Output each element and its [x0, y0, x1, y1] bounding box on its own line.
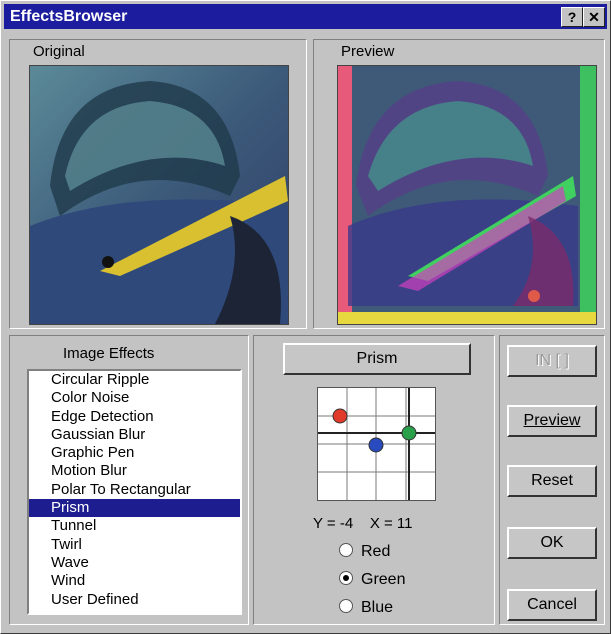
list-item[interactable]: User Defined: [29, 591, 240, 609]
list-item[interactable]: Motion Blur: [29, 462, 240, 480]
radio-label: Blue: [361, 599, 394, 616]
radio-label: Green: [361, 571, 406, 588]
green-channel-dot: [401, 425, 417, 441]
title-bar[interactable]: EffectsBrowser ? ✕: [4, 4, 607, 29]
list-item[interactable]: Circular Ripple: [29, 371, 240, 389]
effect-name-button[interactable]: Prism: [283, 343, 471, 375]
original-image: [29, 65, 289, 325]
blue-channel-dot: [368, 437, 384, 453]
radio-red[interactable]: Red: [339, 543, 390, 561]
radio-unchecked-icon[interactable]: [339, 599, 353, 613]
effects-browser-window: EffectsBrowser ? ✕ Original Preview Imag…: [0, 0, 611, 634]
reset-button[interactable]: Reset: [507, 465, 597, 497]
radio-blue[interactable]: Blue: [339, 599, 393, 617]
list-item[interactable]: Tunnel: [29, 517, 240, 535]
list-item[interactable]: Wave: [29, 554, 240, 572]
red-channel-dot: [332, 408, 348, 424]
list-item[interactable]: Graphic Pen: [29, 444, 240, 462]
effects-list[interactable]: Circular Ripple Color Noise Edge Detecti…: [27, 369, 242, 615]
list-item[interactable]: Edge Detection: [29, 408, 240, 426]
image-effects-label: Image Effects: [63, 345, 155, 362]
in-button[interactable]: IN [ ]: [507, 345, 597, 377]
original-label: Original: [33, 43, 85, 60]
cancel-button[interactable]: Cancel: [507, 589, 597, 621]
preview-label: Preview: [341, 43, 395, 60]
radio-green[interactable]: Green: [339, 571, 405, 589]
list-item[interactable]: Gaussian Blur: [29, 426, 240, 444]
list-item[interactable]: Polar To Rectangular: [29, 481, 240, 499]
radio-label: Red: [361, 543, 391, 560]
preview-image: [337, 65, 597, 325]
help-button[interactable]: ?: [561, 7, 583, 27]
preview-button[interactable]: Preview: [507, 405, 597, 437]
window-title: EffectsBrowser: [10, 8, 128, 25]
offset-grid[interactable]: [317, 387, 436, 501]
radio-checked-icon[interactable]: [339, 571, 353, 585]
list-item[interactable]: Wind: [29, 572, 240, 590]
list-item-selected[interactable]: Prism: [29, 499, 240, 518]
list-item[interactable]: Color Noise: [29, 389, 240, 407]
radio-unchecked-icon[interactable]: [339, 543, 353, 557]
close-button[interactable]: ✕: [583, 7, 605, 27]
ok-button[interactable]: OK: [507, 527, 597, 559]
list-item[interactable]: Twirl: [29, 536, 240, 554]
coordinates-readout: Y = -4 X = 11: [313, 515, 413, 532]
